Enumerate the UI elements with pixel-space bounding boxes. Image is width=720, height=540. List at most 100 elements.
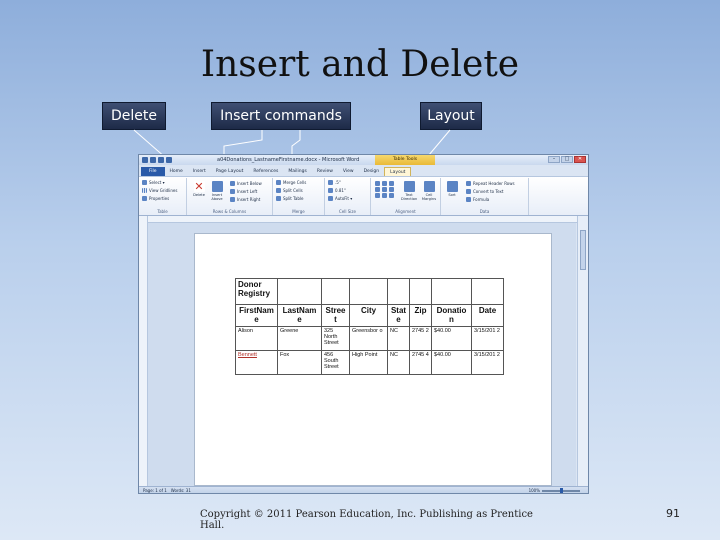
- table-cell[interactable]: 2745 4: [409, 350, 432, 375]
- gridlines-icon: [142, 187, 147, 193]
- vertical-scrollbar[interactable]: [577, 216, 588, 486]
- tab-file[interactable]: File: [141, 167, 165, 176]
- table-title-cell[interactable]: Donor Registry: [235, 278, 278, 305]
- insert-left-button[interactable]: Insert Left: [230, 187, 262, 195]
- column-width-icon: [328, 187, 333, 193]
- align-top-center-icon[interactable]: [382, 181, 387, 186]
- insert-above-button[interactable]: Insert Above: [209, 181, 225, 201]
- table-cell[interactable]: 2745 2: [409, 326, 432, 351]
- convert-to-text-button[interactable]: Convert to Text: [466, 187, 515, 195]
- group-label-cell-size: Cell Size: [339, 209, 356, 214]
- table-cell[interactable]: 3/15/201 2: [471, 350, 504, 375]
- table-cell[interactable]: 3/15/201 2: [471, 326, 504, 351]
- tab-design[interactable]: Design: [359, 167, 385, 176]
- view-gridlines-button[interactable]: View Gridlines: [142, 186, 186, 194]
- insert-right-icon: [230, 196, 235, 202]
- minimize-button[interactable]: –: [548, 156, 560, 163]
- align-top-left-icon[interactable]: [375, 181, 380, 186]
- scrollbar-thumb[interactable]: [580, 230, 586, 270]
- column-width-field[interactable]: 0.81": [328, 186, 370, 194]
- cell-margins-button[interactable]: Cell Margins: [421, 181, 437, 201]
- table-header-cell[interactable]: Date: [471, 304, 504, 327]
- formula-button[interactable]: Formula: [466, 195, 515, 203]
- tab-review[interactable]: Review: [312, 167, 338, 176]
- table-cell[interactable]: Greene: [277, 326, 322, 351]
- merge-cells-icon: [276, 179, 281, 185]
- table-cell[interactable]: NC: [387, 326, 410, 351]
- table-cell[interactable]: Bennett: [235, 350, 278, 375]
- align-bottom-right-icon[interactable]: [389, 193, 394, 198]
- table-header-cell[interactable]: FirstNam e: [235, 304, 278, 327]
- table-cell[interactable]: $40.00: [431, 326, 472, 351]
- table-header-cell[interactable]: Stat e: [387, 304, 410, 327]
- donor-table[interactable]: Donor Registry FirstNam e LastNam e Stre…: [235, 278, 504, 375]
- repeat-header-rows-button[interactable]: Repeat Header Rows: [466, 179, 515, 187]
- callout-insert-commands: Insert commands: [211, 102, 351, 130]
- table-cell[interactable]: Alison: [235, 326, 278, 351]
- formula-icon: [466, 196, 471, 202]
- vertical-ruler[interactable]: [139, 216, 148, 486]
- tab-home[interactable]: Home: [165, 167, 188, 176]
- split-cells-button[interactable]: Split Cells: [276, 186, 324, 194]
- table-cell[interactable]: Fox: [277, 350, 322, 375]
- table-header-cell[interactable]: Donatio n: [431, 304, 472, 327]
- word-app-icon[interactable]: [142, 157, 148, 163]
- table-cell[interactable]: NC: [387, 350, 410, 375]
- table-header-cell[interactable]: City: [349, 304, 388, 327]
- ribbon-group-merge: Merge Cells Split Cells Split Table Merg…: [273, 178, 325, 215]
- table-cell[interactable]: 325 North Street: [321, 326, 350, 351]
- align-middle-center-icon[interactable]: [382, 187, 387, 192]
- zoom-slider[interactable]: [542, 487, 580, 493]
- align-middle-left-icon[interactable]: [375, 187, 380, 192]
- ribbon-group-data: Sort Repeat Header Rows Convert to Text …: [441, 178, 529, 215]
- callout-delete: Delete: [102, 102, 166, 130]
- tab-mailings[interactable]: Mailings: [283, 167, 311, 176]
- table-cell[interactable]: 456 South Street: [321, 350, 350, 375]
- align-middle-right-icon[interactable]: [389, 187, 394, 192]
- insert-right-button[interactable]: Insert Right: [230, 195, 262, 203]
- properties-button[interactable]: Properties: [142, 194, 186, 202]
- table-cell[interactable]: Greensbor o: [349, 326, 388, 351]
- insert-below-button[interactable]: Insert Below: [230, 179, 262, 187]
- insert-left-icon: [230, 188, 235, 194]
- properties-icon: [142, 195, 147, 201]
- zoom-level[interactable]: 100%: [529, 488, 540, 493]
- callout-layout: Layout: [420, 102, 482, 130]
- tab-references[interactable]: References: [248, 167, 283, 176]
- split-table-button[interactable]: Split Table: [276, 194, 324, 202]
- close-button[interactable]: ✕: [574, 156, 586, 163]
- word-window: a04Donations_LastnameFirstname.docx - Mi…: [138, 154, 589, 494]
- table-cell[interactable]: High Point: [349, 350, 388, 375]
- group-label-rows-columns: Rows & Columns: [212, 209, 247, 214]
- table-cell[interactable]: $40.00: [431, 350, 472, 375]
- page-count-status[interactable]: Page: 1 of 1: [143, 488, 167, 493]
- sort-button[interactable]: Sort: [444, 181, 460, 197]
- save-icon[interactable]: [150, 157, 156, 163]
- maximize-button[interactable]: □: [561, 156, 573, 163]
- redo-icon[interactable]: [166, 157, 172, 163]
- text-direction-button[interactable]: Text Direction: [401, 181, 417, 201]
- delete-button[interactable]: ✕ Delete: [191, 181, 207, 197]
- document-page[interactable]: Donor Registry FirstNam e LastNam e Stre…: [194, 233, 552, 486]
- tab-insert[interactable]: Insert: [188, 167, 211, 176]
- table-header-cell[interactable]: Stree t: [321, 304, 350, 327]
- zoom-slider-knob[interactable]: [560, 487, 563, 493]
- table-header-cell[interactable]: LastNam e: [277, 304, 322, 327]
- word-count-status[interactable]: Words: 31: [171, 488, 191, 493]
- table-header-cell[interactable]: Zip: [409, 304, 432, 327]
- row-height-field[interactable]: .5": [328, 178, 370, 186]
- align-bottom-center-icon[interactable]: [382, 193, 387, 198]
- select-button[interactable]: Select ▾: [142, 178, 186, 186]
- undo-icon[interactable]: [158, 157, 164, 163]
- zoom-control: 100%: [525, 487, 580, 493]
- autofit-button[interactable]: AutoFit ▾: [328, 194, 370, 202]
- horizontal-ruler[interactable]: [148, 216, 588, 223]
- tab-view[interactable]: View: [338, 167, 359, 176]
- tab-page-layout[interactable]: Page Layout: [211, 167, 249, 176]
- align-top-right-icon[interactable]: [389, 181, 394, 186]
- align-bottom-left-icon[interactable]: [375, 193, 380, 198]
- ribbon-group-cell-size: .5" 0.81" AutoFit ▾ Cell Size: [325, 178, 371, 215]
- tab-layout[interactable]: Layout: [384, 167, 412, 176]
- autofit-icon: [328, 195, 333, 201]
- merge-cells-button[interactable]: Merge Cells: [276, 178, 324, 186]
